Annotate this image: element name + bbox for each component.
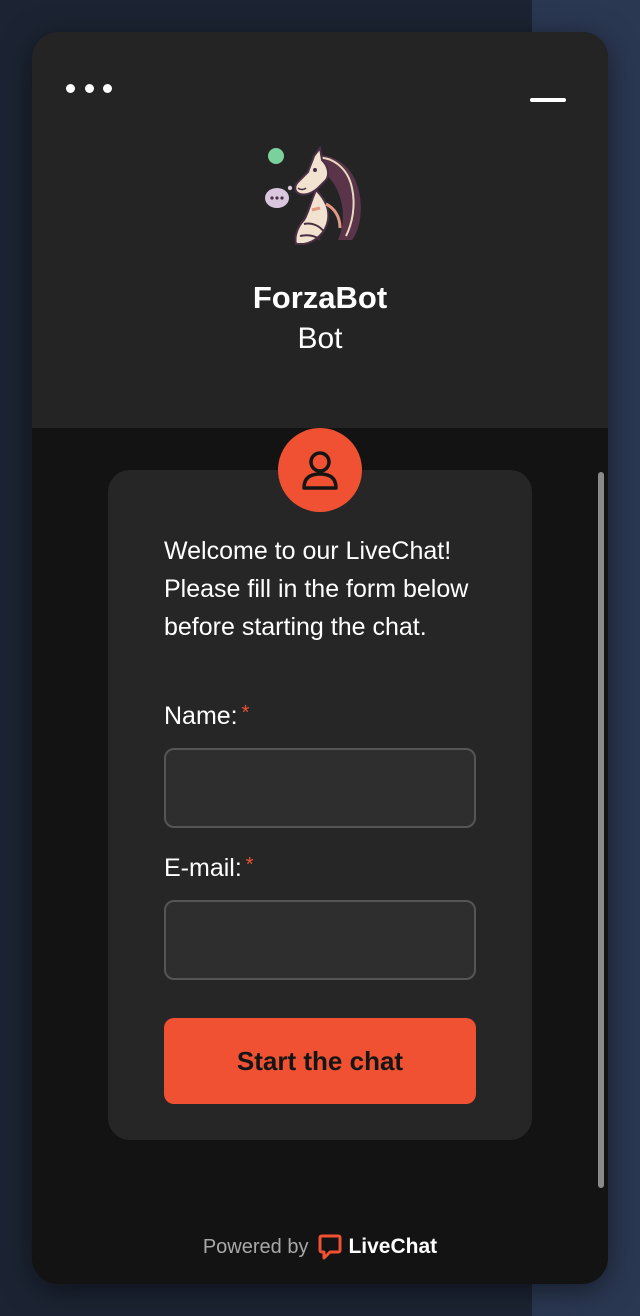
scrollbar[interactable] — [598, 472, 604, 1188]
more-dots-icon — [84, 83, 94, 93]
more-dots-icon — [66, 83, 75, 93]
brand-name: LiveChat — [348, 1235, 438, 1258]
user-badge — [278, 428, 362, 512]
bot-role: Bot — [297, 322, 343, 355]
minimize-icon — [530, 98, 566, 102]
livechat-logo-icon — [318, 1234, 342, 1260]
bot-avatar — [260, 144, 372, 256]
chat-widget: ForzaBot Bot Welcome to our LiveChat! Pl… — [32, 32, 608, 1284]
name-field-label: Name: * — [164, 702, 249, 731]
powered-by-text: Powered by — [202, 1235, 309, 1258]
email-input[interactable] — [164, 900, 476, 980]
more-options-button[interactable] — [66, 80, 112, 96]
prechat-form-card: Welcome to our LiveChat! Please fill in … — [108, 470, 532, 1140]
required-mark: * — [241, 702, 250, 724]
name-input[interactable] — [164, 748, 476, 828]
online-status-dot — [268, 148, 284, 164]
welcome-message: Welcome to our LiveChat! Please fill in … — [164, 537, 469, 641]
email-field-label: E-mail: * — [164, 854, 254, 883]
email-label-text: E-mail: — [164, 854, 242, 882]
minimize-button[interactable] — [528, 90, 568, 110]
user-icon — [302, 451, 338, 490]
powered-by-footer: Powered by LiveChat — [32, 1234, 608, 1260]
more-dots-icon — [103, 83, 112, 93]
start-chat-button[interactable]: Start the chat — [164, 1018, 476, 1104]
chat-header: ForzaBot Bot — [32, 32, 608, 428]
livechat-brand-link[interactable]: LiveChat — [318, 1234, 437, 1260]
name-label-text: Name: — [164, 702, 238, 730]
required-mark: * — [245, 854, 254, 876]
bot-name: ForzaBot — [252, 280, 388, 315]
